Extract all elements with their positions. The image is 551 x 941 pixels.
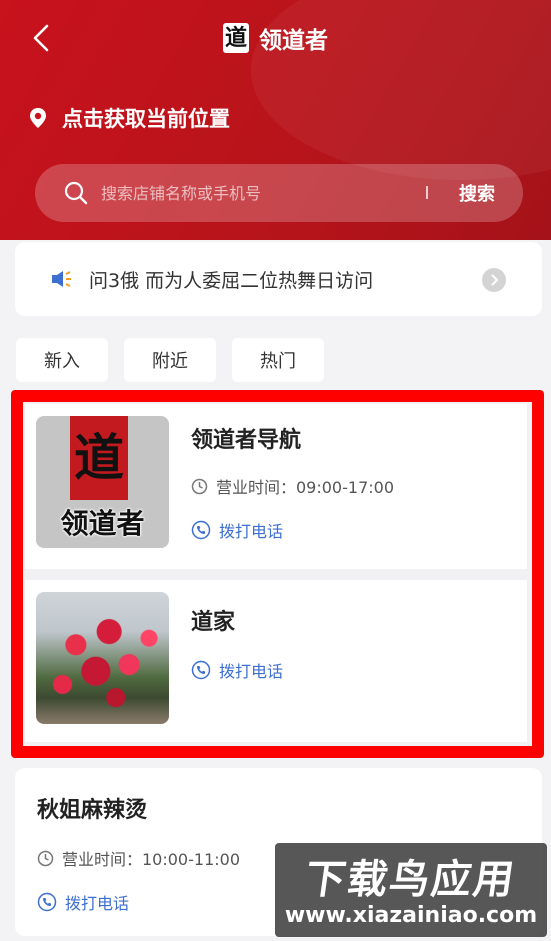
search-bar: 搜索: [35, 164, 523, 222]
phone-icon: [191, 520, 211, 540]
store-card[interactable]: 道家 拨打电话: [25, 580, 527, 742]
hours-text: 营业时间：09:00-17:00: [216, 478, 394, 497]
call-label: 拨打电话: [219, 662, 284, 681]
call-button[interactable]: 拨打电话: [37, 890, 129, 914]
chevron-right-icon: [491, 274, 499, 286]
tab-nearby[interactable]: 附近: [124, 338, 216, 382]
call-label: 拨打电话: [65, 894, 130, 913]
search-icon: [64, 181, 88, 205]
notice-text: 问3俄 而为人委屈二位热舞日访问: [89, 269, 374, 292]
call-label: 拨打电话: [219, 522, 284, 541]
store-hours: 营业时间：09:00-17:00: [191, 474, 394, 498]
speaker-icon: [52, 271, 71, 287]
store-name: 秋姐麻辣烫: [37, 798, 148, 823]
clock-icon: [37, 850, 54, 866]
store-thumbnail: [36, 592, 169, 724]
call-button[interactable]: 拨打电话: [191, 518, 283, 542]
notice-bar[interactable]: 问3俄 而为人委屈二位热舞日访问: [15, 242, 542, 316]
filter-tabs: 新入 附近 热门: [16, 338, 324, 382]
watermark-url: www.xiazainiao.com: [284, 903, 538, 928]
phone-icon: [191, 660, 211, 680]
search-button[interactable]: 搜索: [459, 178, 495, 208]
location-label: 点击获取当前位置: [62, 107, 230, 131]
search-input[interactable]: [101, 175, 401, 211]
header: 道 领道者 点击获取当前位置 搜索: [0, 0, 551, 240]
watermark-title: 下载鸟应用: [302, 857, 519, 903]
store-name: 领道者导航: [191, 428, 302, 453]
store-name: 道家: [191, 610, 236, 635]
watermark: 下载鸟应用 www.xiazainiao.com: [275, 843, 547, 937]
page-title: 领道者: [259, 28, 328, 54]
call-button[interactable]: 拨打电话: [191, 658, 283, 682]
tab-popular[interactable]: 热门: [232, 338, 324, 382]
title-bar: 道 领道者: [0, 20, 551, 56]
store-hours: 营业时间：10:00-11:00: [37, 846, 240, 870]
search-divider: [426, 186, 428, 199]
tab-new[interactable]: 新入: [16, 338, 108, 382]
store-card[interactable]: 道 领道者 领道者导航 营业时间：09:00-17:00 拨打电话: [25, 404, 527, 569]
brand-logo: 道: [223, 23, 249, 53]
phone-icon: [37, 892, 57, 912]
location-selector[interactable]: 点击获取当前位置: [28, 100, 230, 136]
clock-icon: [191, 478, 208, 494]
location-pin-icon: [30, 108, 46, 128]
store-thumbnail: 道 领道者: [36, 416, 169, 548]
hours-text: 营业时间：10:00-11:00: [62, 850, 240, 869]
thumbnail-label: 领道者: [60, 507, 145, 540]
notice-more-button[interactable]: [482, 268, 506, 292]
logo-block: 道: [70, 416, 128, 500]
